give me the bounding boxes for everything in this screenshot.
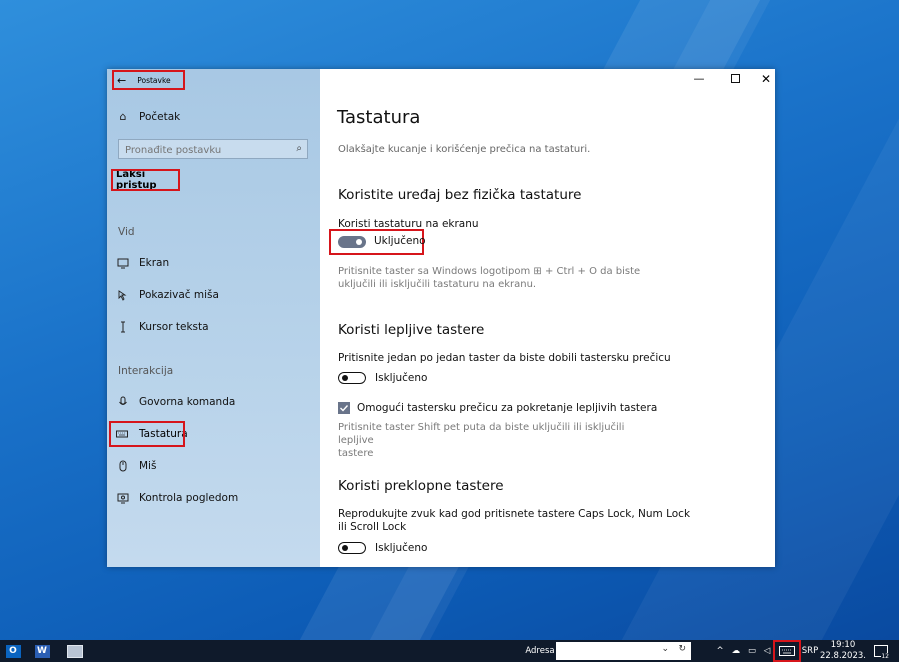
sticky-keys-toggle[interactable] <box>338 372 366 384</box>
toggle-state: Isključeno <box>375 372 428 384</box>
taskbar: O W Adresa ⌄ ↻ ^ ☁ ▭ ◁ SRP 19:10 22.8.20… <box>0 640 899 662</box>
sidebar-item-label: Početak <box>139 111 181 123</box>
outlook-taskbar-button[interactable]: O <box>2 640 24 662</box>
search-icon[interactable]: ⌕ <box>296 143 302 154</box>
setting-label: Pritisnite jedan po jedan taster da bist… <box>338 352 671 364</box>
checkbox-label[interactable]: Omogući tastersku prečicu za pokretanje … <box>357 402 657 414</box>
close-button[interactable]: ✕ <box>754 72 778 88</box>
search-box[interactable]: ⌕ <box>118 139 308 159</box>
sidebar-item-label: Ekran <box>139 257 170 269</box>
sidebar-item-label: Kursor teksta <box>139 321 209 333</box>
pointer-icon <box>117 289 129 301</box>
address-label: Adresa <box>525 646 555 656</box>
sidebar-item-eye-control[interactable]: Kontrola pogledom <box>117 488 238 508</box>
onedrive-icon[interactable]: ☁ <box>729 640 743 662</box>
volume-icon[interactable]: ◁ <box>761 640 773 662</box>
address-bar[interactable]: ⌄ ↻ <box>556 642 691 660</box>
search-input[interactable] <box>123 142 287 158</box>
page-subtitle: Olakšajte kucanje i korišćenje prečica n… <box>338 144 591 155</box>
toggle-state: Isključeno <box>375 542 428 554</box>
monitor-icon <box>117 257 129 269</box>
maximize-icon <box>730 74 740 83</box>
eye-control-icon <box>117 492 129 504</box>
sidebar-item-keyboard[interactable]: Tastatura <box>109 421 188 447</box>
network-icon[interactable]: ▭ <box>745 640 759 662</box>
sidebar-item-home[interactable]: ⌂ Početak <box>117 107 181 127</box>
page-title: Tastatura <box>337 107 421 128</box>
content-pane: — ✕ Tastatura Olakšajte kucanje i korišć… <box>321 69 775 567</box>
settings-window: ← Postavke ⌂ Početak ⌕ Lakši pristup Vid… <box>107 69 775 567</box>
minimize-button[interactable]: — <box>687 72 711 88</box>
hint-text: Pritisnite taster Shift pet puta da bist… <box>338 422 625 459</box>
back-button[interactable]: ← Postavke <box>112 70 185 90</box>
category-title: Lakši pristup <box>111 169 180 191</box>
outlook-icon: O <box>5 644 21 658</box>
language-indicator[interactable]: SRP <box>801 640 819 662</box>
clock[interactable]: 19:10 22.8.2023. <box>820 640 866 662</box>
app-taskbar-button[interactable] <box>64 640 86 662</box>
sticky-keys-shortcut-checkbox[interactable] <box>338 402 350 414</box>
section-title-interakcija: Interakcija <box>118 365 174 377</box>
text-cursor-icon <box>117 321 129 333</box>
mouse-icon <box>117 460 129 472</box>
microphone-icon <box>117 396 129 408</box>
go-icon[interactable]: ↻ <box>678 644 686 654</box>
toggle-keys-toggle[interactable] <box>338 542 366 554</box>
section-heading: Koristi lepljive tastere <box>338 322 485 338</box>
back-label: Postavke <box>137 75 171 85</box>
clock-date: 22.8.2023. <box>820 651 866 661</box>
keyboard-icon <box>779 646 795 656</box>
section-heading: Koristi preklopne tastere <box>338 478 504 494</box>
sidebar-item-label: Pokazivač miša <box>139 289 219 301</box>
clock-time: 19:10 <box>830 640 856 650</box>
keyboard-icon <box>116 428 128 440</box>
sidebar: ← Postavke ⌂ Početak ⌕ Lakši pristup Vid… <box>107 69 320 567</box>
setting-label: Koristi tastaturu na ekranu <box>338 218 479 230</box>
back-arrow-icon: ← <box>117 73 127 87</box>
section-heading: Koristite uređaj bez fizička tastature <box>338 187 582 203</box>
sidebar-item-label: Govorna komanda <box>139 396 236 408</box>
sidebar-item-label: Tastatura <box>139 428 188 440</box>
section-title-vid: Vid <box>118 226 135 238</box>
word-icon: W <box>34 644 50 658</box>
onscreen-keyboard-toggle[interactable] <box>338 236 366 248</box>
sidebar-item-label: Miš <box>139 460 157 472</box>
word-taskbar-button[interactable]: W <box>31 640 53 662</box>
desktop: ← Postavke ⌂ Početak ⌕ Lakši pristup Vid… <box>0 0 899 640</box>
sidebar-item-label: Kontrola pogledom <box>139 492 239 504</box>
maximize-button[interactable] <box>723 74 747 90</box>
sidebar-item-text-cursor[interactable]: Kursor teksta <box>117 317 209 337</box>
hint-text: Pritisnite taster sa Windows logotipom ⊞… <box>338 266 641 290</box>
computer-icon <box>67 644 83 658</box>
touch-keyboard-button[interactable] <box>773 640 801 662</box>
chevron-up-icon[interactable]: ^ <box>714 640 726 662</box>
toggle-state: Uključeno <box>374 235 426 247</box>
setting-label: Reprodukujte zvuk kad god pritisnete tas… <box>338 508 691 533</box>
sidebar-item-ekran[interactable]: Ekran <box>117 253 169 273</box>
onscreen-keyboard-toggle-group[interactable]: Uključeno <box>329 229 426 255</box>
chevron-down-icon[interactable]: ⌄ <box>661 644 669 654</box>
notification-count: 12 <box>881 653 889 660</box>
sidebar-item-mouse[interactable]: Miš <box>117 456 156 476</box>
sidebar-item-pointer[interactable]: Pokazivač miša <box>117 285 219 305</box>
notification-center-button[interactable]: 12 <box>870 640 892 662</box>
home-icon: ⌂ <box>119 110 127 123</box>
category-label: Lakši pristup <box>116 169 157 191</box>
sidebar-item-voice[interactable]: Govorna komanda <box>117 392 235 412</box>
